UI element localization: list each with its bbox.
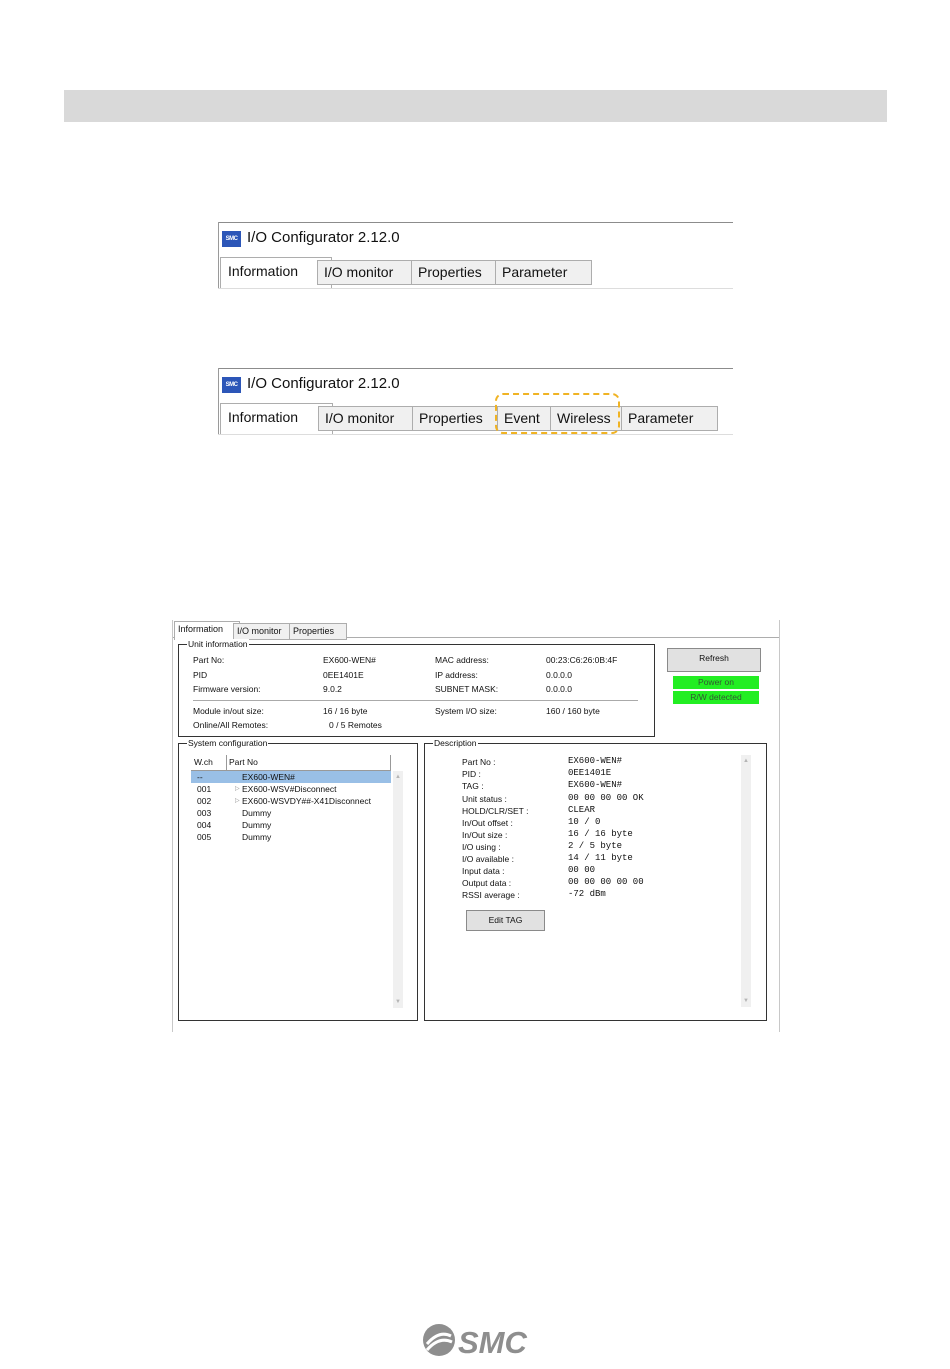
- vertical-scrollbar[interactable]: ▲ ▼: [393, 771, 403, 1008]
- highlight-new-tabs: [495, 393, 620, 434]
- tab-io-monitor[interactable]: I/O monitor: [318, 406, 425, 431]
- tab-parameter[interactable]: Parameter: [495, 260, 592, 285]
- value-subnet: 0.0.0.0: [546, 684, 572, 694]
- value-system-io-size: 160 / 160 byte: [546, 706, 600, 716]
- group-label: Unit information: [187, 639, 249, 649]
- window-header-v1: SMC I/O Configurator 2.12.0 Information …: [218, 222, 733, 289]
- table-row-part[interactable]: Dummy: [242, 808, 271, 819]
- label-mac: MAC address:: [435, 655, 489, 665]
- desc-label-pid: PID :: [462, 769, 481, 779]
- section-header-bar: [64, 90, 887, 122]
- table-row-part[interactable]: EX600-WEN#: [242, 772, 295, 783]
- desc-value-io-available: 14 / 11 byte: [568, 853, 633, 863]
- desc-value-io-using: 2 / 5 byte: [568, 841, 623, 851]
- desc-value-output-data: 00 00 00 00 00: [568, 877, 644, 887]
- smc-app-icon: SMC: [222, 231, 241, 247]
- table-row-wch[interactable]: 002: [197, 796, 211, 807]
- desc-label-io-using: I/O using :: [462, 842, 501, 852]
- desc-value-in-out-offset: 10 / 0: [568, 817, 601, 827]
- label-firmware: Firmware version:: [193, 684, 261, 694]
- status-power-on: Power on: [673, 676, 759, 689]
- desc-label-hold-clr-set: HOLD/CLR/SET :: [462, 806, 529, 816]
- column-header-part-no[interactable]: Part No: [229, 757, 258, 768]
- desc-value-in-out-size: 16 / 16 byte: [568, 829, 633, 839]
- label-system-io-size: System I/O size:: [435, 706, 497, 716]
- desc-value-hold-clr-set: CLEAR: [568, 805, 596, 815]
- edit-tag-button[interactable]: Edit TAG: [466, 910, 545, 931]
- desc-value-tag: EX600-WEN#: [568, 780, 623, 790]
- desc-value-unit-status: 00 00 00 00 OK: [568, 793, 644, 803]
- tab-parameter[interactable]: Parameter: [621, 406, 718, 431]
- table-row-wch[interactable]: 001: [197, 784, 211, 795]
- system-configuration-group: System configuration W.ch Part No -- EX6…: [178, 738, 418, 1021]
- smc-logo-mark-icon: SMC: [423, 1324, 528, 1360]
- desc-label-unit-status: Unit status :: [462, 794, 507, 804]
- value-mac: 00:23:C6:26:0B:4F: [546, 655, 618, 665]
- desc-label-input-data: Input data :: [462, 866, 505, 876]
- table-row-wch[interactable]: 003: [197, 808, 211, 819]
- tab-properties[interactable]: Properties: [411, 260, 508, 285]
- smc-logo: SMC: [420, 1320, 530, 1364]
- status-rw-detected: R/W detected: [673, 691, 759, 704]
- tab-information[interactable]: Information: [174, 621, 240, 640]
- value-online-remotes: 0 / 5 Remotes: [329, 720, 382, 730]
- label-module-size: Module in/out size:: [193, 706, 264, 716]
- table-row-wch[interactable]: --: [197, 772, 203, 783]
- tab-information[interactable]: Information: [220, 403, 333, 434]
- desc-value-part-no: EX600-WEN#: [568, 756, 623, 766]
- information-panel: Information I/O monitor Properties Unit …: [172, 620, 780, 1032]
- table-row-part[interactable]: Dummy: [242, 832, 271, 843]
- smc-app-icon: SMC: [222, 377, 241, 393]
- desc-value-input-data: 00 00: [568, 865, 596, 875]
- table-row-wch[interactable]: 005: [197, 832, 211, 843]
- expand-arrow-icon[interactable]: ▷: [235, 796, 240, 807]
- tab-information[interactable]: Information: [220, 257, 332, 288]
- expand-arrow-icon[interactable]: ▷: [235, 784, 240, 795]
- table-row-part[interactable]: Dummy: [242, 820, 271, 831]
- unit-information-group: Unit information Part No: EX600-WEN# MAC…: [178, 639, 655, 737]
- desc-label-io-available: I/O available :: [462, 854, 514, 864]
- refresh-button[interactable]: Refresh: [667, 648, 761, 672]
- group-label: Description: [433, 738, 478, 748]
- value-part-no: EX600-WEN#: [323, 655, 376, 665]
- desc-value-pid: 0EE1401E: [568, 768, 612, 778]
- desc-label-part-no: Part No :: [462, 757, 496, 767]
- table-row-part[interactable]: EX600-WSV#Disconnect: [242, 784, 337, 795]
- label-part-no: Part No:: [193, 655, 225, 665]
- desc-label-in-out-offset: In/Out offset :: [462, 818, 513, 828]
- divider: [193, 700, 638, 701]
- column-header-wch[interactable]: W.ch: [194, 757, 213, 768]
- vertical-scrollbar[interactable]: ▲ ▼: [741, 755, 751, 1007]
- label-ip: IP address:: [435, 670, 478, 680]
- svg-text:SMC: SMC: [458, 1325, 528, 1360]
- tab-io-monitor[interactable]: I/O monitor: [233, 623, 297, 640]
- group-label: System configuration: [187, 738, 269, 748]
- table-row-wch[interactable]: 004: [197, 820, 211, 831]
- value-module-size: 16 / 16 byte: [323, 706, 368, 716]
- desc-label-output-data: Output data :: [462, 878, 512, 888]
- table-row-part[interactable]: EX600-WSVDY##-X41Disconnect: [242, 796, 371, 807]
- tab-properties[interactable]: Properties: [289, 623, 347, 640]
- desc-label-rssi-average: RSSI average :: [462, 890, 520, 900]
- tab-io-monitor[interactable]: I/O monitor: [317, 260, 424, 285]
- desc-label-in-out-size: In/Out size :: [462, 830, 508, 840]
- value-pid: 0EE1401E: [323, 670, 364, 680]
- label-subnet: SUBNET MASK:: [435, 684, 499, 694]
- label-pid: PID: [193, 670, 208, 680]
- description-group: Description Part No : EX600-WEN# PID : 0…: [424, 738, 767, 1021]
- desc-label-tag: TAG :: [462, 781, 484, 791]
- value-firmware: 9.0.2: [323, 684, 342, 694]
- window-header-v2: SMC I/O Configurator 2.12.0 Information …: [218, 368, 733, 435]
- window-title: I/O Configurator 2.12.0: [247, 375, 400, 392]
- value-ip: 0.0.0.0: [546, 670, 572, 680]
- label-online-remotes: Online/All Remotes:: [193, 720, 269, 730]
- desc-value-rssi-average: -72 dBm: [568, 889, 606, 899]
- window-title: I/O Configurator 2.12.0: [247, 229, 400, 246]
